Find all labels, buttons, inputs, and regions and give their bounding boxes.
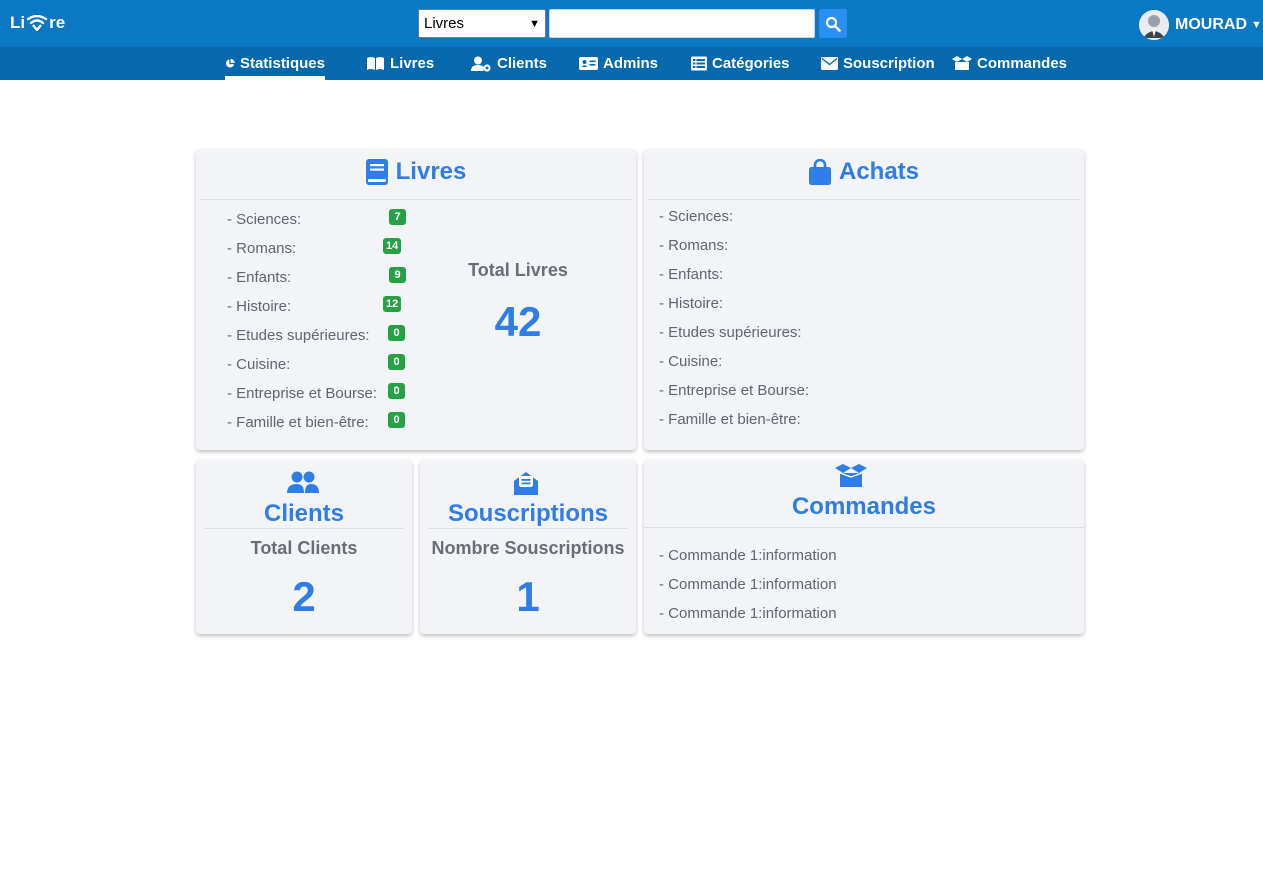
achats-category-row: - Sciences: (659, 208, 734, 225)
user-avatar-icon (1139, 10, 1169, 40)
open-book-icon (367, 57, 384, 70)
clients-card-divider (205, 528, 403, 529)
livres-category-row: - Histoire: (227, 298, 292, 315)
livres-card: Livres - Sciences: 7 - Romans: 14 - Enfa… (196, 149, 636, 450)
achats-category-row: - Histoire: (659, 295, 724, 312)
user-gear-icon (471, 56, 491, 72)
achats-card-divider (648, 199, 1080, 200)
users-icon (287, 471, 319, 493)
logo-text-left: Li (10, 13, 26, 32)
nav-item-statistiques[interactable]: Statistiques (225, 47, 325, 80)
nav-item-livres[interactable]: Livres (366, 47, 434, 80)
total-clients-value: 2 (292, 573, 316, 620)
box-open-icon (952, 56, 972, 70)
commande-item[interactable]: - Commande 1:information (659, 576, 837, 593)
livres-category-row: - Etudes supérieures: (227, 327, 370, 344)
nav-label: Commandes (977, 55, 1068, 72)
livres-count-badge: 0 (388, 383, 405, 399)
nav-item-souscription[interactable]: Souscription (821, 47, 935, 80)
logo-wifi-icon (26, 15, 48, 31)
livres-count-badge: 7 (389, 209, 406, 225)
nav-label: Livres (390, 55, 435, 72)
clients-card: Clients Total Clients 2 (196, 460, 412, 634)
caret-down-icon: ▼ (1251, 19, 1262, 31)
livres-category-row: - Romans: (227, 240, 297, 257)
livres-count-badge: 0 (388, 354, 405, 370)
livres-card-divider (200, 199, 632, 200)
user-menu[interactable]: MOURAD ▼ (1139, 10, 1262, 40)
commande-item[interactable]: - Commande 1:information (659, 605, 837, 622)
shopping-bag-icon (808, 159, 831, 185)
nombre-souscriptions-label: Nombre Souscriptions (431, 538, 625, 558)
user-name: MOURAD (1175, 16, 1247, 33)
livres-category-row: - Cuisine: (227, 356, 291, 373)
top-bar: Li re Livres ▼ MOURAD ▼ (0, 0, 1263, 47)
souscriptions-card: Souscriptions Nombre Souscriptions 1 (420, 460, 636, 634)
nav-label: Souscription (843, 55, 935, 72)
commandes-card: Commandes - Commande 1:information - Com… (644, 460, 1084, 634)
nav-item-admins[interactable]: Admins (579, 47, 658, 80)
nav-item-clients[interactable]: Clients (471, 47, 547, 80)
commandes-card-title: Commandes (791, 493, 937, 520)
livres-category-row: - Famille et bien-être: (227, 414, 369, 431)
achats-category-row: - Cuisine: (659, 353, 723, 370)
nav-item-categories[interactable]: Catégories (691, 47, 790, 80)
total-clients-label: Total Clients (250, 538, 358, 558)
search-category-select[interactable]: Livres ▼ (418, 9, 546, 38)
nav-label: Admins (603, 55, 659, 72)
achats-card: Achats - Sciences: - Romans: - Enfants: … (644, 149, 1084, 450)
envelope-open-icon (514, 472, 538, 495)
id-card-icon (579, 57, 598, 70)
nav-label: Statistiques (239, 55, 325, 72)
list-icon (691, 56, 707, 71)
achats-category-row: - Famille et bien-être: (659, 411, 801, 428)
chevron-down-icon: ▼ (529, 17, 540, 30)
livres-count-badge: 0 (388, 325, 405, 341)
souscriptions-card-title: Souscriptions (447, 500, 609, 527)
livres-count-badge: 9 (389, 267, 406, 283)
commande-item[interactable]: - Commande 1:information (659, 547, 837, 564)
nav-label: Catégories (712, 55, 790, 72)
achats-category-row: - Romans: (659, 237, 729, 254)
envelope-icon (821, 57, 838, 70)
achats-category-row: - Etudes supérieures: (659, 324, 802, 341)
nav-item-commandes[interactable]: Commandes (952, 47, 1067, 80)
livres-count-badge: 14 (383, 238, 402, 254)
clients-card-title: Clients (263, 500, 344, 527)
livres-category-row: - Entreprise et Bourse: (227, 385, 378, 402)
livres-card-title: Livres (196, 158, 636, 186)
souscriptions-card-divider (429, 528, 627, 529)
livres-count-badge: 0 (388, 412, 405, 428)
main-nav: Statistiques Livres Clients Admins Catég… (0, 47, 1263, 80)
app-logo[interactable]: Li re (10, 11, 65, 35)
total-livres-value: 42 (494, 298, 542, 345)
achats-category-row: - Entreprise et Bourse: (659, 382, 810, 399)
livres-category-row: - Sciences: (227, 211, 302, 228)
commandes-card-divider (644, 527, 1084, 528)
achats-card-title: Achats (644, 158, 1084, 186)
search-button[interactable] (819, 9, 847, 38)
search-input[interactable] (549, 9, 815, 38)
total-livres-label: Total Livres (468, 260, 568, 280)
livres-count-badge: 12 (383, 296, 402, 312)
nombre-souscriptions-value: 1 (516, 573, 540, 620)
search-icon (825, 16, 841, 32)
livres-category-row: - Enfants: (227, 269, 292, 286)
pie-chart-icon (225, 58, 235, 68)
book-icon (365, 159, 388, 185)
box-open-icon (835, 464, 867, 487)
nav-label: Clients (497, 55, 548, 72)
search-category-value: Livres (424, 15, 465, 32)
achats-category-row: - Enfants: (659, 266, 724, 283)
logo-text-right: re (49, 13, 66, 32)
